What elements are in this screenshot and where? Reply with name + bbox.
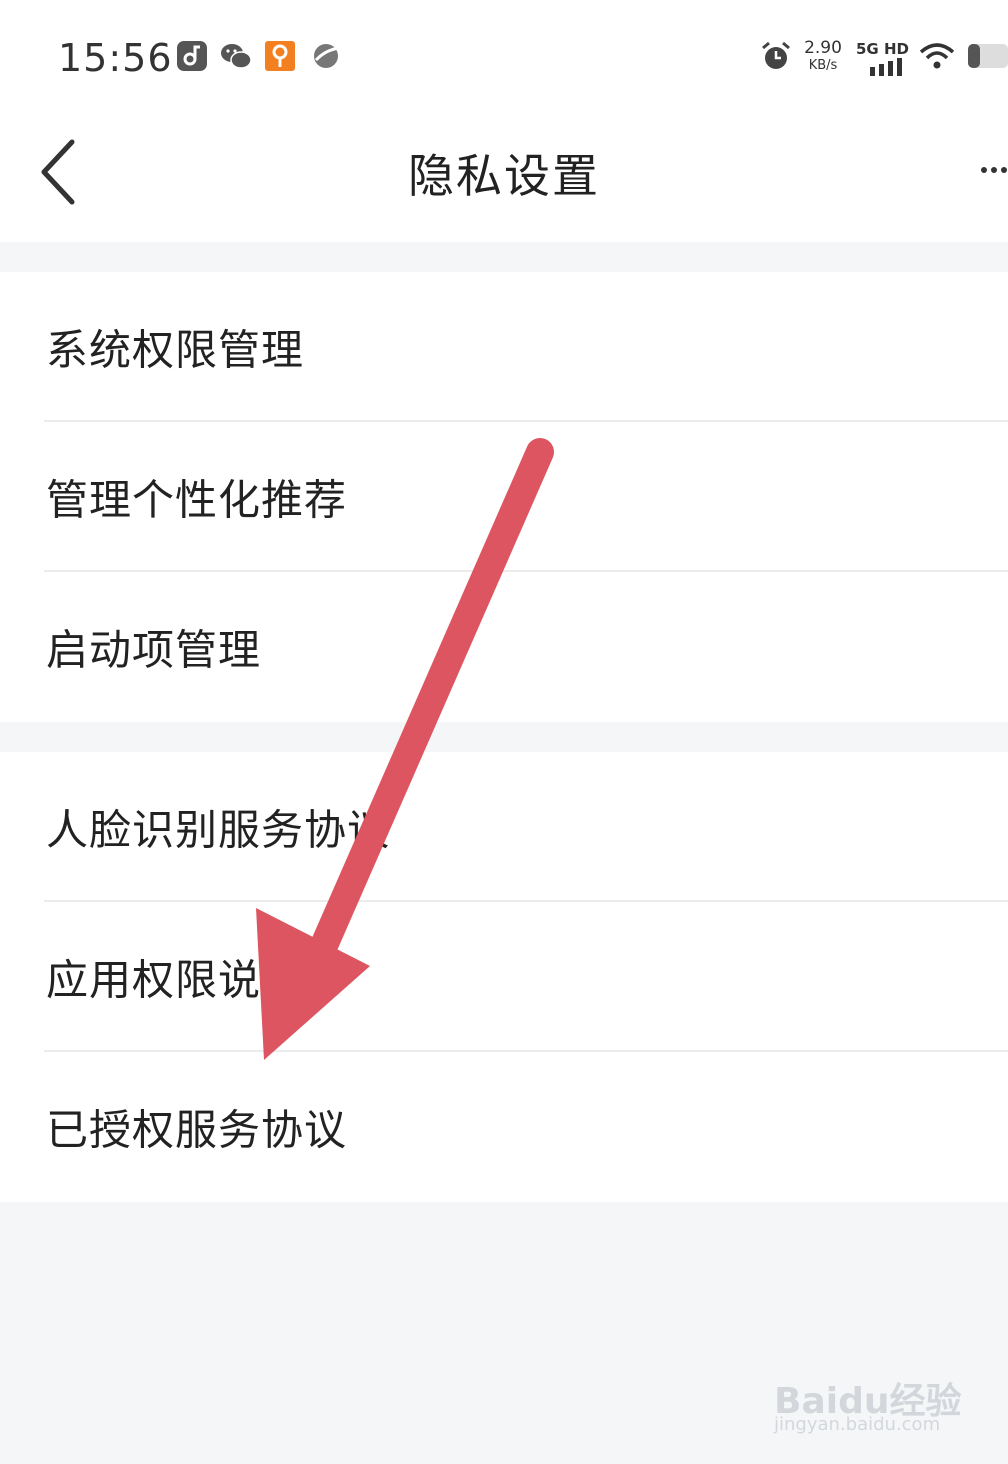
list-item-app-permission-description[interactable]: 应用权限说明 (0, 902, 1008, 1052)
list-item-label: 应用权限说明 (46, 955, 305, 1005)
list-item-authorized-agreements[interactable]: 已授权服务协议 (0, 1052, 1008, 1202)
status-time: 15:56 (58, 36, 173, 80)
list-item-label: 系统权限管理 (46, 325, 305, 375)
settings-group-1: 系统权限管理 管理个性化推荐 启动项管理 (0, 272, 1008, 722)
more-icon (981, 167, 1007, 173)
net-speed-value: 2.90 (804, 38, 842, 58)
list-item-label: 人脸识别服务协议 (46, 805, 391, 855)
wifi-icon (918, 40, 956, 72)
more-button[interactable] (978, 150, 1008, 190)
list-item-label: 已授权服务协议 (46, 1105, 348, 1155)
settings-group-2: 人脸识别服务协议 应用权限说明 已授权服务协议 (0, 752, 1008, 1202)
list-item-personalized-recommendations[interactable]: 管理个性化推荐 (0, 422, 1008, 572)
battery-icon (966, 40, 1008, 72)
browser-icon (310, 40, 342, 72)
list-item-startup-management[interactable]: 启动项管理 (0, 572, 1008, 722)
status-bar: 15:56 2.90 KB/s 5G HD (0, 0, 1008, 110)
signal-icon (868, 58, 906, 76)
music-icon (176, 40, 208, 72)
app-icon (264, 40, 296, 72)
watermark-url: jingyan.baidu.com (774, 1414, 941, 1435)
page-title: 隐私设置 (408, 149, 600, 203)
wechat-icon (220, 40, 252, 72)
list-item-face-recognition-agreement[interactable]: 人脸识别服务协议 (0, 752, 1008, 902)
baidu-watermark: Baidu经验 jingyan.baidu.com (774, 1350, 964, 1445)
nav-bar: 隐私设置 (0, 110, 1008, 242)
list-item-label: 启动项管理 (46, 625, 262, 675)
list-item-label: 管理个性化推荐 (46, 475, 348, 525)
alarm-icon (760, 40, 792, 72)
net-speed: 2.90 KB/s (800, 38, 846, 73)
net-speed-unit: KB/s (808, 58, 838, 73)
network-type: 5G HD (856, 40, 909, 58)
list-item-system-permissions[interactable]: 系统权限管理 (0, 272, 1008, 422)
